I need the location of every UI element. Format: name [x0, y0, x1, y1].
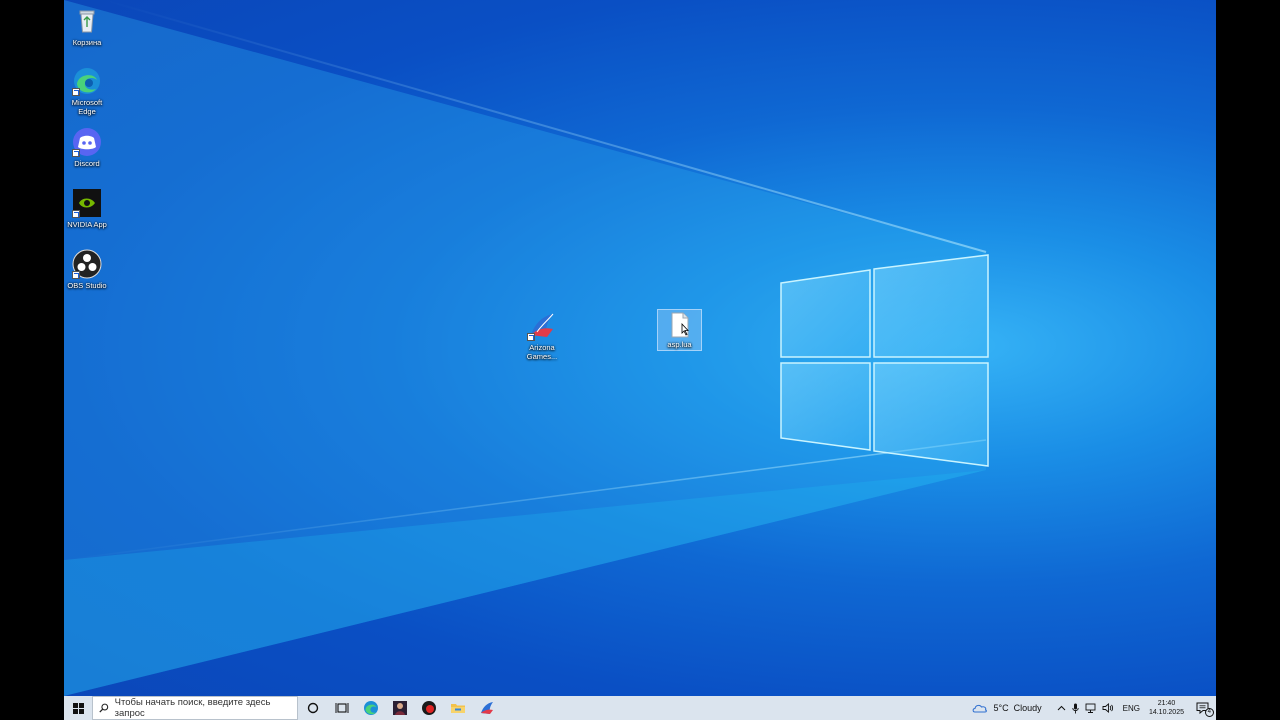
- desktop-icon-nvidia[interactable]: NVIDIA App: [64, 188, 112, 229]
- taskbar-file-explorer-button[interactable]: [443, 696, 472, 720]
- search-icon: [99, 703, 109, 713]
- taskbar-clock[interactable]: 21:40 14.10.2025: [1149, 699, 1184, 717]
- profile-app-icon: [392, 701, 407, 715]
- taskbar: Чтобы начать поиск, введите здесь запрос…: [64, 696, 1216, 720]
- show-hidden-icons-button[interactable]: [1057, 705, 1066, 711]
- desktop-icon-arizona-games[interactable]: Arizona Games...: [517, 311, 567, 361]
- desktop-icon-recycle-bin[interactable]: Корзина: [64, 6, 112, 47]
- file-icon: [668, 312, 692, 338]
- edge-icon: [363, 701, 378, 715]
- network-icon: [1085, 703, 1096, 713]
- file-explorer-icon: [450, 704, 465, 713]
- shortcut-arrow-icon: [72, 210, 80, 218]
- clock-time: 21:40: [1157, 700, 1176, 707]
- microphone-button[interactable]: [1071, 703, 1079, 714]
- language-indicator: ENG: [1122, 703, 1140, 713]
- discord-icon: [72, 127, 102, 157]
- weather-temp: 5°C: [993, 703, 1009, 713]
- windows-logo-icon: [72, 702, 84, 714]
- nvidia-icon: [72, 188, 102, 218]
- desktop-icon-label: Discord: [74, 159, 100, 168]
- shortcut-arrow-icon: [72, 149, 80, 157]
- volume-button[interactable]: [1102, 703, 1114, 713]
- input-language-button[interactable]: ENG: [1123, 704, 1140, 713]
- desktop-icon-label: asp.lua: [667, 340, 692, 349]
- chevron-up-icon: [1057, 705, 1065, 711]
- action-center-button[interactable]: 4: [1196, 702, 1214, 717]
- shortcut-arrow-icon: [72, 88, 80, 96]
- weather-widget[interactable]: 5°C Cloudy: [972, 703, 1042, 713]
- notification-count-badge: 4: [1204, 708, 1214, 717]
- desktop-icon-label: Arizona Games...: [526, 343, 558, 361]
- desktop-screen: Корзина Microsoft Edge Discord NVIDIA Ap…: [64, 0, 1216, 720]
- network-button[interactable]: [1085, 703, 1096, 713]
- edge-icon: [72, 66, 102, 96]
- desktop-icon-asp-lua[interactable]: asp.lua: [657, 309, 702, 351]
- cortana-button[interactable]: [298, 696, 327, 720]
- desktop-icon-discord[interactable]: Discord: [64, 127, 112, 168]
- wallpaper: [64, 0, 989, 696]
- taskbar-edge-button[interactable]: [356, 696, 385, 720]
- speaker-icon: [1102, 703, 1113, 713]
- task-view-button[interactable]: [327, 696, 356, 720]
- obs-icon: [72, 249, 102, 279]
- arizona-games-icon: [480, 702, 493, 714]
- desktop-icon-label: Microsoft Edge: [71, 98, 103, 116]
- arizona-games-icon: [527, 311, 557, 341]
- desktop-icon-obs[interactable]: OBS Studio: [64, 249, 112, 290]
- taskbar-profile-app-button[interactable]: [385, 696, 414, 720]
- desktop-icon-edge[interactable]: Microsoft Edge: [64, 66, 112, 116]
- shortcut-arrow-icon: [72, 271, 80, 279]
- desktop-icon-label: OBS Studio: [67, 281, 107, 290]
- taskbar-search-box[interactable]: Чтобы начать поиск, введите здесь запрос: [92, 696, 298, 720]
- task-view-icon: [335, 703, 348, 713]
- recycle-bin-icon: [72, 6, 102, 36]
- start-button[interactable]: [64, 696, 92, 720]
- microphone-icon: [1071, 703, 1079, 713]
- desktop-icon-label: Корзина: [72, 38, 102, 47]
- shortcut-arrow-icon: [527, 333, 535, 341]
- red-app-icon: [421, 701, 436, 715]
- cortana-icon: [307, 702, 318, 714]
- cloud-icon: [973, 704, 988, 713]
- clock-date: 14.10.2025: [1148, 709, 1184, 716]
- weather-condition: Cloudy: [1013, 703, 1042, 713]
- taskbar-red-app-button[interactable]: [414, 696, 443, 720]
- system-tray: 5°C Cloudy ENG 21:40 14.10.2025 4: [969, 696, 1216, 720]
- search-placeholder: Чтобы начать поиск, введите здесь запрос: [114, 697, 271, 719]
- desktop-icon-label: NVIDIA App: [67, 220, 107, 229]
- taskbar-arizona-games-button[interactable]: [472, 696, 501, 720]
